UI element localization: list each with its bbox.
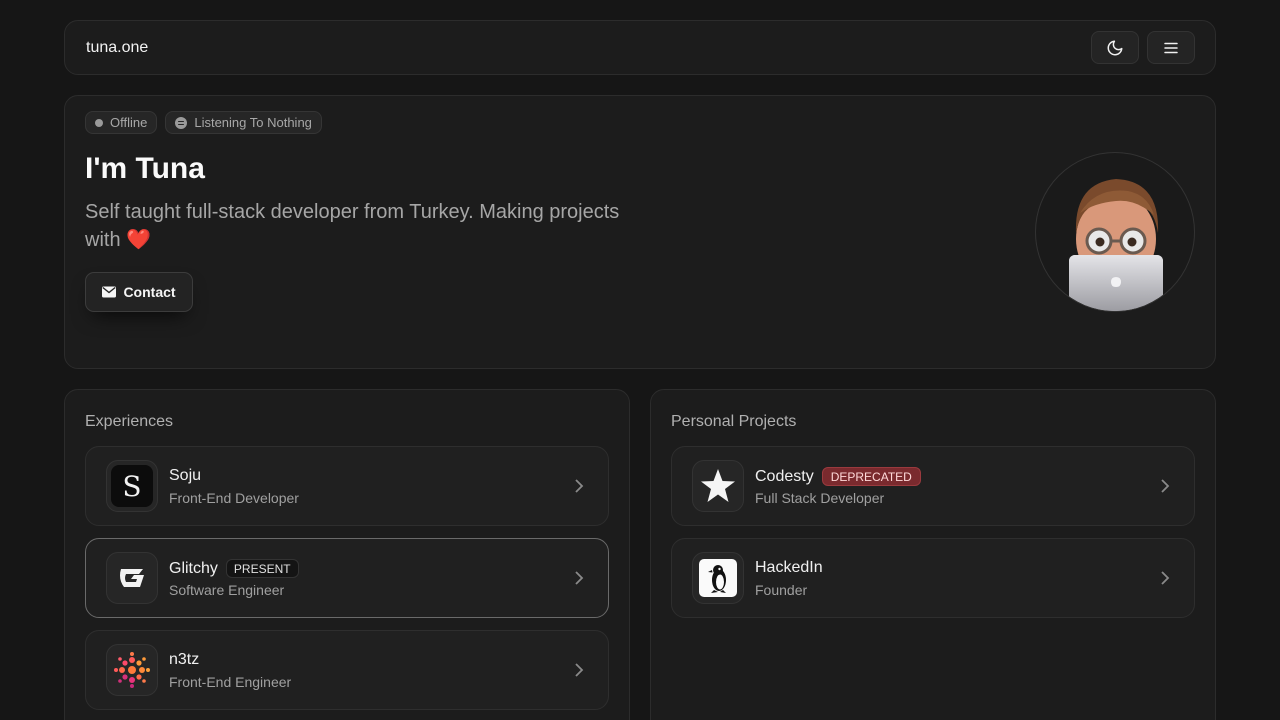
- avatar: [1035, 152, 1195, 312]
- experience-item-soju[interactable]: S Soju Front-End Developer: [85, 446, 609, 526]
- chevron-right-icon: [1161, 571, 1170, 585]
- experience-item-n3tz[interactable]: n3tz Front-End Engineer: [85, 630, 609, 710]
- hero-subtitle: Self taught full-stack developer from Tu…: [85, 198, 625, 254]
- project-item-hackedin[interactable]: HackedIn Founder: [671, 538, 1195, 618]
- heart-icon: ❤️: [126, 229, 152, 251]
- deprecated-badge: DEPRECATED: [821, 467, 921, 486]
- codesty-logo-icon: [692, 460, 744, 512]
- soju-logo-icon: S: [106, 460, 158, 512]
- glitchy-logo-icon: [106, 552, 158, 604]
- experiences-section: Experiences S Soju Front-End Developer G…: [64, 389, 630, 720]
- spotify-icon: [175, 116, 188, 129]
- experiences-title: Experiences: [85, 413, 174, 430]
- subtitle-text: Self taught full-stack developer from Tu…: [85, 201, 620, 251]
- n3tz-logo-icon: [106, 644, 158, 696]
- item-role: Founder: [755, 582, 808, 598]
- item-role: Front-End Developer: [169, 490, 299, 506]
- top-navbar: tuna.one: [64, 20, 1216, 75]
- item-name: Glitchy PRESENT: [169, 559, 299, 578]
- projects-section: Personal Projects Codesty DEPRECATED Full…: [650, 389, 1216, 720]
- contact-button[interactable]: Contact: [85, 272, 193, 312]
- experience-item-glitchy[interactable]: Glitchy PRESENT Software Engineer: [85, 538, 609, 618]
- item-name: n3tz: [169, 651, 200, 668]
- projects-title: Personal Projects: [671, 413, 797, 430]
- present-badge: PRESENT: [225, 559, 299, 578]
- online-status-badge: Offline: [85, 111, 158, 134]
- menu-button[interactable]: [1147, 31, 1195, 64]
- hamburger-icon: [1164, 42, 1178, 53]
- project-item-codesty[interactable]: Codesty DEPRECATED Full Stack Developer: [671, 446, 1195, 526]
- theme-toggle-button[interactable]: [1091, 31, 1139, 64]
- spotify-text: Listening To Nothing: [194, 115, 312, 130]
- contact-label: Contact: [123, 284, 176, 300]
- mail-icon: [102, 286, 117, 298]
- hero-card: Offline Listening To Nothing I'm Tuna Se…: [64, 95, 1216, 369]
- chevron-right-icon: [575, 663, 584, 677]
- status-badges: Offline Listening To Nothing: [85, 111, 322, 134]
- memoji-avatar-icon: [1069, 179, 1163, 311]
- item-role: Full Stack Developer: [755, 490, 885, 506]
- item-role: Software Engineer: [169, 582, 285, 598]
- brand-logo-text[interactable]: tuna.one: [86, 39, 148, 57]
- chevron-right-icon: [575, 479, 584, 493]
- item-name: HackedIn: [755, 559, 823, 576]
- status-dot-icon: [95, 118, 103, 127]
- item-name: Soju: [169, 467, 202, 484]
- chevron-right-icon: [575, 571, 584, 585]
- item-name: Codesty DEPRECATED: [755, 467, 921, 486]
- chevron-right-icon: [1161, 479, 1170, 493]
- svg-text:S: S: [122, 470, 141, 503]
- page-title: I'm Tuna: [85, 152, 205, 185]
- status-text: Offline: [110, 115, 148, 130]
- hackedin-logo-icon: [692, 552, 744, 604]
- item-role: Front-End Engineer: [169, 674, 292, 690]
- moon-icon: [1107, 40, 1123, 55]
- spotify-status-badge[interactable]: Listening To Nothing: [165, 111, 322, 134]
